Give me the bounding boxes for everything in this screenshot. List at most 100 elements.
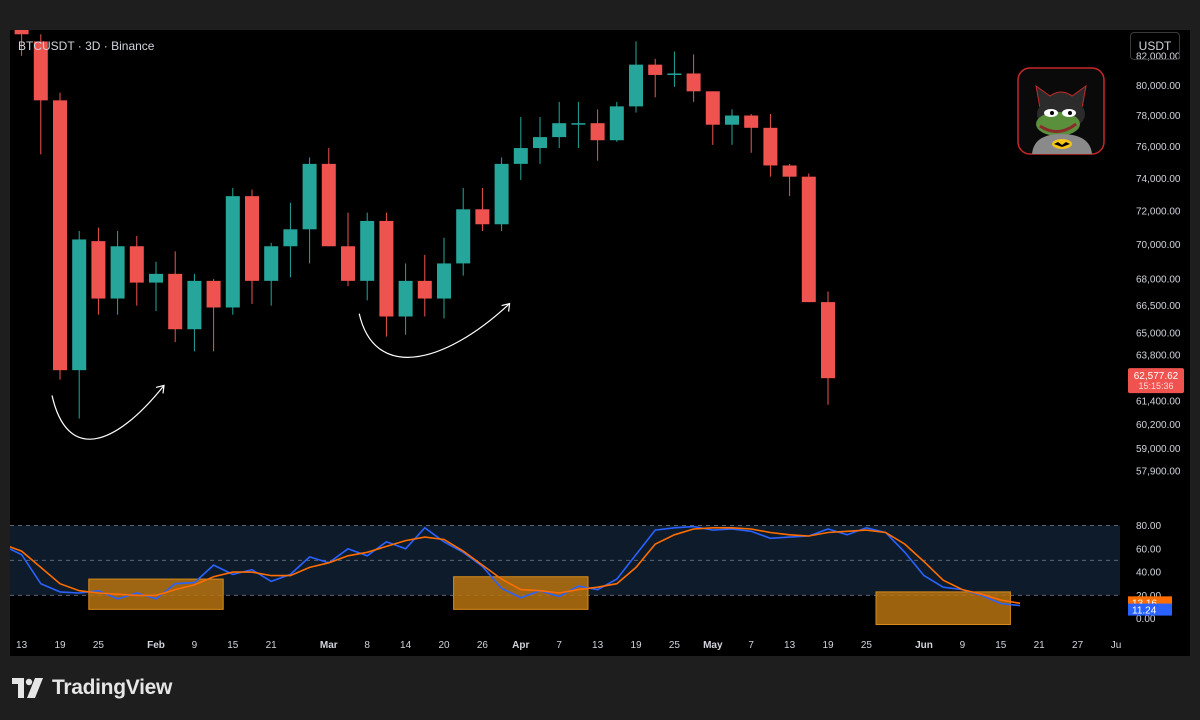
candle [801, 173, 816, 303]
price-tick-label: 59,000.00 [1136, 444, 1181, 455]
price-tick-label: 63,800.00 [1136, 351, 1181, 362]
price-chart[interactable]: 82,000.0080,000.0078,000.0076,000.0074,0… [10, 30, 1190, 656]
time-tick-label: 25 [669, 640, 681, 651]
candle [187, 273, 202, 352]
oversold-highlight-box [453, 576, 589, 610]
candle [149, 261, 163, 312]
candle-body [801, 176, 816, 303]
candle [590, 109, 605, 161]
candle-body [14, 30, 29, 35]
price-axis: 82,000.0080,000.0078,000.0076,000.0074,0… [1136, 51, 1181, 477]
price-tick-label: 60,200.00 [1136, 420, 1181, 431]
price-tick-label: 78,000.00 [1136, 111, 1181, 122]
time-tick-label: 15 [995, 640, 1007, 651]
candle [341, 212, 355, 287]
candle-body [360, 220, 375, 281]
candle-body [705, 91, 720, 125]
time-tick-label: 13 [784, 640, 796, 651]
candle-body [513, 148, 528, 164]
candle [283, 202, 298, 278]
candle [821, 291, 835, 405]
price-tick-label: 61,400.00 [1136, 396, 1181, 407]
time-tick-label: 20 [438, 640, 450, 651]
candle-body [437, 263, 451, 299]
annotation-arrows [52, 304, 511, 440]
time-tick-label: 25 [861, 640, 873, 651]
candle-body [72, 239, 87, 371]
brand-name: TradingView [52, 676, 173, 699]
candle-body [667, 73, 682, 75]
price-tick-label: 66,500.00 [1136, 301, 1181, 312]
candle [302, 157, 317, 264]
time-tick-label: 15 [227, 640, 239, 651]
time-tick-label: 7 [556, 640, 562, 651]
candle [782, 163, 797, 197]
candle-body [571, 123, 586, 125]
candle-body [53, 100, 67, 371]
candle-body [302, 163, 317, 230]
currency-button[interactable]: USDT [1130, 32, 1180, 60]
price-tick-label: 70,000.00 [1136, 240, 1181, 251]
candle-body [379, 220, 394, 317]
time-tick-label: 9 [192, 640, 198, 651]
k-value-label: 11.24 [1132, 606, 1157, 617]
time-tick-label: 21 [266, 640, 278, 651]
price-tick-label: 74,000.00 [1136, 174, 1181, 185]
candle-body [168, 273, 183, 330]
candle [609, 101, 624, 142]
candle-body [494, 163, 509, 225]
candle [744, 113, 759, 153]
candle-body [590, 123, 605, 141]
candle [686, 54, 701, 102]
candle [667, 51, 682, 87]
price-tick-label: 72,000.00 [1136, 206, 1181, 217]
candle-body [725, 115, 739, 125]
candle-body [187, 280, 202, 330]
candle [437, 237, 451, 319]
candle-body [283, 229, 298, 247]
time-tick-label: Ju [1111, 640, 1122, 651]
time-tick-label: 19 [54, 640, 66, 651]
candle [533, 117, 547, 164]
candle [705, 91, 720, 145]
candle [725, 109, 739, 145]
candle-body [763, 127, 778, 166]
chart-frame: 82,000.00 80,000.00 78,000.00 76,000.00 74,0… [10, 30, 1190, 656]
time-tick-label: 14 [400, 640, 412, 651]
candle-body [341, 246, 355, 281]
candle-body [533, 137, 547, 149]
candle [571, 101, 586, 149]
oscillator-tick-label: 40.00 [1136, 568, 1161, 579]
candle-body [91, 241, 106, 299]
candle [379, 212, 394, 337]
price-tick-label: 76,000.00 [1136, 142, 1181, 153]
candle [168, 251, 183, 343]
candle [629, 41, 643, 113]
time-tick-label: 19 [822, 640, 834, 651]
candle [763, 113, 778, 177]
candle-body [264, 246, 279, 281]
candle [398, 263, 413, 335]
time-tick-label: Mar [320, 640, 338, 651]
time-tick-label: 26 [477, 640, 489, 651]
candle-body [110, 246, 125, 299]
countdown-label: 15:15:36 [1138, 381, 1173, 391]
time-tick-label: May [703, 640, 723, 651]
time-tick-label: 9 [960, 640, 966, 651]
time-tick-label: Apr [512, 640, 529, 651]
candle-body [782, 165, 797, 177]
symbol-title: BTCUSDT · 3D · Binance [18, 39, 155, 53]
candle-body [456, 209, 471, 264]
candle-body [552, 123, 567, 138]
tradingview-branding[interactable]: TradingView [12, 676, 172, 700]
candle [475, 187, 490, 231]
time-tick-label: 13 [16, 640, 28, 651]
candle-body [321, 163, 336, 247]
candle [129, 236, 144, 306]
candle [360, 212, 375, 301]
time-tick-label: 7 [748, 640, 754, 651]
time-tick-label: 21 [1034, 640, 1046, 651]
price-tick-label: 57,900.00 [1136, 466, 1181, 477]
candle-body [149, 273, 163, 283]
candle [513, 117, 528, 180]
